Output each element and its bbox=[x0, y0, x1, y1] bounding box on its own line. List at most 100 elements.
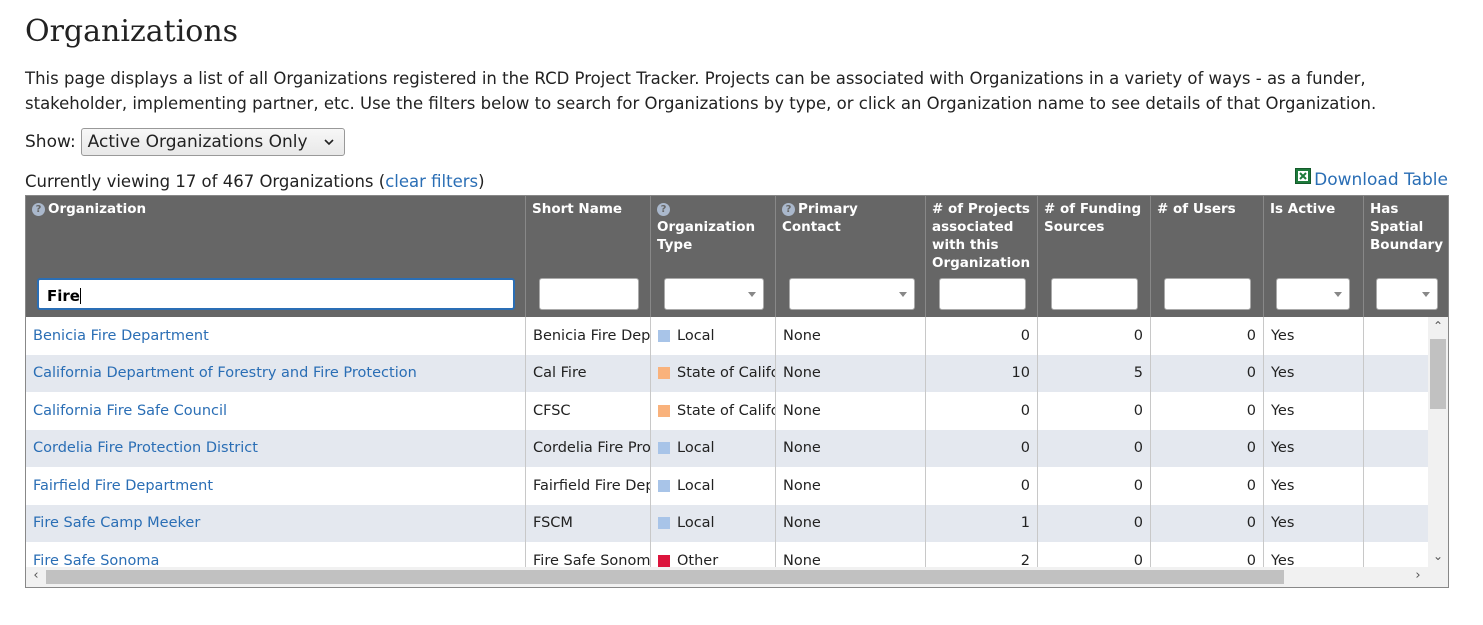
organization-type-filter-select[interactable] bbox=[664, 278, 764, 310]
column-label: Organization Type bbox=[657, 219, 756, 253]
filter-cell bbox=[776, 271, 926, 317]
vertical-scrollbar[interactable]: ⌃ ⌄ bbox=[1428, 317, 1448, 567]
funding-sources-filter-input[interactable] bbox=[1051, 278, 1138, 310]
column-header-spatial-boundary[interactable]: Has Spatial Boundary bbox=[1364, 196, 1448, 271]
clear-filters-link[interactable]: clear filters bbox=[385, 172, 478, 191]
filter-cell: Fire bbox=[26, 271, 526, 317]
column-header-funding-sources[interactable]: # of Funding Sources bbox=[1038, 196, 1151, 271]
short-name-filter-input[interactable] bbox=[539, 278, 639, 310]
funding-sources-count: 0 bbox=[1133, 552, 1143, 567]
grid-header: ? Organization Short Name ? Organization T… bbox=[26, 196, 1448, 317]
funding-sources-count: 5 bbox=[1133, 365, 1143, 382]
column-header-is-active[interactable]: Is Active bbox=[1264, 196, 1364, 271]
organization-link[interactable]: California Fire Safe Council bbox=[33, 403, 227, 419]
organization-link[interactable]: Fire Safe Camp Meeker bbox=[33, 515, 200, 531]
organization-link[interactable]: Fire Safe Sonoma bbox=[33, 553, 159, 567]
column-header-short-name[interactable]: Short Name bbox=[526, 196, 651, 271]
table-row: California Fire Safe Council CFSC State of… bbox=[26, 392, 1428, 430]
filter-cell bbox=[1364, 271, 1448, 317]
show-filter-value: Active Organizations Only bbox=[87, 132, 308, 152]
users-count-cell: 0 bbox=[1151, 467, 1264, 505]
spatial-boundary-filter-select[interactable] bbox=[1376, 278, 1438, 310]
scrollbar-thumb[interactable] bbox=[46, 570, 1284, 584]
organization-link[interactable]: Cordelia Fire Protection District bbox=[33, 440, 258, 456]
help-icon[interactable]: ? bbox=[657, 203, 670, 216]
organization-type-cell: Local bbox=[651, 467, 776, 505]
chevron-down-icon bbox=[324, 139, 334, 146]
filter-cell bbox=[1038, 271, 1151, 317]
help-icon[interactable]: ? bbox=[32, 203, 45, 216]
users-count-cell: 0 bbox=[1151, 504, 1264, 542]
organization-type-cell: Local bbox=[651, 317, 776, 355]
short-name-cell: Benicia Fire Department bbox=[526, 317, 651, 355]
funding-sources-count: 0 bbox=[1133, 440, 1143, 457]
users-filter-input[interactable] bbox=[1164, 278, 1251, 310]
is-active-filter-select[interactable] bbox=[1276, 278, 1350, 310]
results-summary-suffix: ) bbox=[478, 172, 485, 191]
column-header-organization-type[interactable]: ? Organization Type bbox=[651, 196, 776, 271]
spatial-boundary-cell bbox=[1364, 467, 1428, 505]
users-count: 0 bbox=[1246, 327, 1256, 344]
projects-count-cell: 0 bbox=[926, 467, 1038, 505]
help-icon[interactable]: ? bbox=[782, 203, 795, 216]
users-count-cell: 0 bbox=[1151, 354, 1264, 392]
scroll-right-icon[interactable]: › bbox=[1408, 568, 1428, 586]
organization-link[interactable]: Fairfield Fire Department bbox=[33, 478, 213, 494]
column-label: Is Active bbox=[1270, 201, 1336, 217]
projects-count-cell: 2 bbox=[926, 542, 1038, 567]
projects-count-cell: 0 bbox=[926, 317, 1038, 355]
column-header-primary-contact[interactable]: ? Primary Contact bbox=[776, 196, 926, 271]
organization-cell: Fire Safe Sonoma bbox=[26, 542, 526, 567]
spatial-boundary-cell bbox=[1364, 392, 1428, 430]
funding-sources-count: 0 bbox=[1133, 515, 1143, 532]
scroll-down-icon[interactable]: ⌄ bbox=[1428, 549, 1448, 565]
scroll-left-icon[interactable]: ‹ bbox=[26, 568, 46, 586]
short-name-text: Fairfield Fire Department bbox=[533, 477, 650, 494]
download-table-link[interactable]: Download Table bbox=[1295, 168, 1448, 190]
short-name-text: Benicia Fire Department bbox=[533, 327, 651, 344]
organization-type-cell: Local bbox=[651, 429, 776, 467]
horizontal-scrollbar[interactable]: ‹ › bbox=[26, 567, 1448, 587]
projects-filter-input[interactable] bbox=[939, 278, 1026, 310]
short-name-cell: Fairfield Fire Department bbox=[526, 467, 651, 505]
primary-contact-text: None bbox=[783, 552, 821, 567]
projects-count-cell: 0 bbox=[926, 392, 1038, 430]
primary-contact-filter-select[interactable] bbox=[789, 278, 915, 310]
table-row: California Department of Forestry and Fi… bbox=[26, 354, 1428, 392]
table-row: Fire Safe Camp Meeker FSCM Local None 1 0 0 Yes bbox=[26, 504, 1428, 542]
chevron-down-icon bbox=[899, 292, 907, 297]
column-label: # of Users bbox=[1157, 201, 1236, 217]
grid-body: Benicia Fire Department Benicia Fire Depa… bbox=[26, 317, 1428, 567]
column-header-organization[interactable]: ? Organization bbox=[26, 196, 526, 271]
filter-cell bbox=[1264, 271, 1364, 317]
chevron-down-icon bbox=[1422, 292, 1430, 297]
short-name-cell: Fire Safe Sonoma bbox=[526, 542, 651, 567]
chevron-down-icon bbox=[748, 292, 756, 297]
download-table-label: Download Table bbox=[1314, 170, 1448, 190]
scroll-up-icon[interactable]: ⌃ bbox=[1428, 319, 1448, 335]
organization-link[interactable]: Benicia Fire Department bbox=[33, 328, 209, 344]
scrollbar-thumb[interactable] bbox=[1430, 339, 1446, 409]
short-name-text: FSCM bbox=[533, 515, 573, 532]
is-active-text: Yes bbox=[1271, 327, 1295, 344]
projects-count-cell: 0 bbox=[926, 429, 1038, 467]
users-count-cell: 0 bbox=[1151, 317, 1264, 355]
users-count: 0 bbox=[1246, 515, 1256, 532]
is-active-text: Yes bbox=[1271, 515, 1295, 532]
primary-contact-text: None bbox=[783, 477, 821, 494]
organization-cell: Fire Safe Camp Meeker bbox=[26, 504, 526, 542]
is-active-text: Yes bbox=[1271, 365, 1295, 382]
funding-sources-count-cell: 0 bbox=[1038, 504, 1151, 542]
users-count: 0 bbox=[1246, 402, 1256, 419]
column-header-users[interactable]: # of Users bbox=[1151, 196, 1264, 271]
organization-link[interactable]: California Department of Forestry and Fi… bbox=[33, 365, 417, 381]
show-filter-select[interactable]: Active Organizations Only bbox=[80, 128, 345, 156]
organization-filter-input[interactable]: Fire bbox=[37, 278, 515, 310]
is-active-cell: Yes bbox=[1264, 542, 1364, 567]
short-name-text: Fire Safe Sonoma bbox=[533, 552, 651, 567]
excel-icon bbox=[1295, 168, 1312, 184]
column-header-projects[interactable]: # of Projects associated with this Organ… bbox=[926, 196, 1038, 271]
organization-type-text: State of California bbox=[677, 402, 775, 419]
is-active-cell: Yes bbox=[1264, 504, 1364, 542]
primary-contact-text: None bbox=[783, 515, 821, 532]
